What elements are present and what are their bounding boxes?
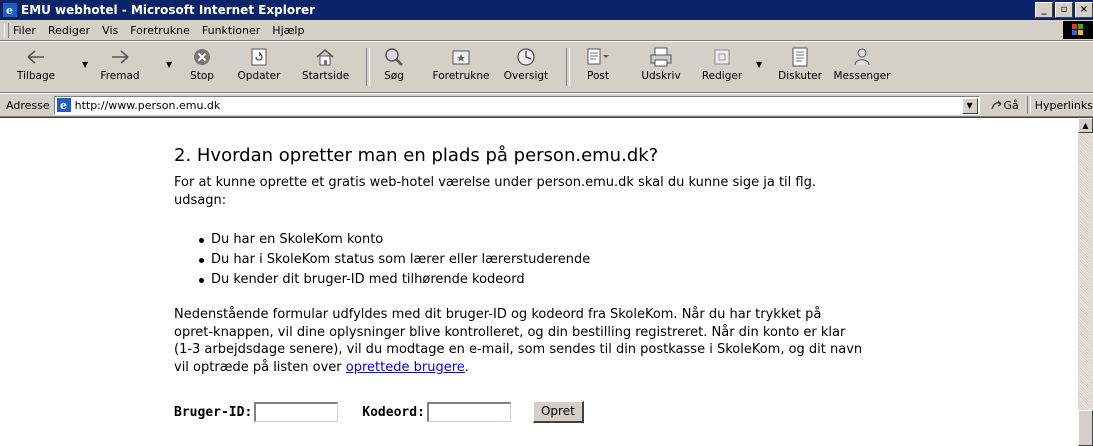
address-bar: Adresse e http://www.person.emu.dk ▼ Gå … [0, 93, 1093, 117]
toolbar: Tilbage ▼ Fremad ▼ Stop Opdater Startsid… [0, 41, 1093, 93]
windows-logo-icon [1063, 21, 1093, 39]
back-label: Tilbage [16, 70, 56, 82]
go-label: Gå [1003, 98, 1019, 112]
messenger-label: Messenger [833, 70, 891, 82]
menu-view[interactable]: Vis [102, 24, 118, 37]
list-item: Du kender dit bruger-ID med tilhørende k… [198, 270, 590, 290]
edit-button[interactable]: Rediger [700, 46, 744, 86]
vertical-scrollbar[interactable]: ▲ [1078, 117, 1093, 446]
search-icon [385, 48, 403, 66]
mail-icon [587, 48, 609, 65]
edit-page-icon [714, 49, 730, 65]
menu-help[interactable]: Hjælp [272, 24, 304, 37]
stop-label: Stop [190, 70, 214, 82]
window-title: EMU webhotel - Microsoft Internet Explor… [21, 3, 316, 17]
discuss-label: Diskuter [778, 70, 822, 82]
menu-file[interactable]: Filer [13, 24, 36, 37]
close-button[interactable]: × [1075, 2, 1093, 18]
requirements-list: Du har en SkoleKom konto Du har i SkoleK… [189, 230, 590, 290]
stop-button[interactable]: Stop [184, 46, 220, 86]
go-button[interactable]: Gå [990, 99, 1019, 112]
body-text: Nedenstående formular udfyldes med dit b… [174, 307, 863, 375]
address-input[interactable]: e http://www.person.emu.dk ▼ [53, 95, 980, 115]
forward-arrow-icon [112, 50, 129, 64]
address-label: Adresse [6, 98, 50, 112]
scroll-thumb[interactable] [1078, 410, 1093, 446]
links-button[interactable]: Hyperlinks [1035, 99, 1093, 112]
toolbar-separator [366, 48, 370, 86]
back-dropdown[interactable]: ▼ [82, 60, 88, 69]
refresh-button[interactable]: Opdater [236, 46, 282, 86]
svg-text:e: e [6, 4, 13, 17]
go-arrow-icon [990, 100, 1001, 110]
refresh-label: Opdater [237, 70, 281, 82]
stop-icon [194, 49, 210, 65]
title-bar: e EMU webhotel - Microsoft Internet Expl… [0, 0, 1093, 20]
edit-dropdown[interactable]: ▼ [756, 60, 762, 69]
list-item: Du har en SkoleKom konto [198, 230, 590, 250]
history-button[interactable]: Oversigt [500, 46, 552, 86]
menu-tools[interactable]: Funktioner [202, 24, 260, 37]
scroll-up-button[interactable]: ▲ [1078, 118, 1093, 133]
printer-icon [650, 47, 672, 67]
back-arrow-icon [27, 50, 44, 64]
edit-label: Rediger [701, 70, 743, 82]
forward-label: Fremad [100, 70, 140, 82]
messenger-icon [854, 48, 870, 66]
links-separator [1026, 96, 1031, 114]
print-label: Udskriv [641, 70, 681, 82]
discuss-button[interactable]: Diskuter [776, 46, 824, 86]
user-id-label: Bruger-ID: [174, 404, 253, 420]
minimize-button[interactable]: _ [1035, 2, 1053, 18]
favorites-button[interactable]: Foretrukne [430, 46, 492, 86]
search-button[interactable]: Søg [378, 46, 410, 86]
user-id-input[interactable] [254, 402, 339, 422]
favorites-label: Foretrukne [432, 70, 490, 82]
print-button[interactable]: Udskriv [638, 46, 684, 86]
maximize-button[interactable]: ▫ [1055, 2, 1073, 18]
history-label: Oversigt [503, 70, 549, 82]
toolbar-separator [566, 48, 570, 86]
login-form: Bruger-ID: Kodeord: Opret [174, 401, 584, 423]
menu-favorites[interactable]: Foretrukne [130, 24, 190, 37]
svg-text:e: e [60, 99, 67, 112]
password-input[interactable] [426, 402, 511, 422]
history-icon [517, 48, 535, 66]
menu-grip [4, 22, 9, 38]
password-label: Kodeord: [362, 404, 425, 420]
search-label: Søg [384, 70, 404, 82]
messenger-button[interactable]: Messenger [832, 46, 892, 86]
home-label: Startside [302, 70, 350, 82]
address-url: http://www.person.emu.dk [74, 98, 221, 112]
create-button[interactable]: Opret [532, 401, 584, 423]
list-item: Du har i SkoleKom status som lærer eller… [198, 250, 590, 270]
body-paragraph: Nedenstående formular udfyldes med dit b… [174, 306, 864, 376]
intro-paragraph: For at kunne oprette et gratis web-hotel… [174, 175, 816, 208]
home-icon [316, 49, 334, 66]
address-dropdown[interactable]: ▼ [961, 97, 978, 114]
page-icon: e [56, 98, 71, 112]
page-content: 2. Hvordan opretter man en plads på pers… [0, 117, 1078, 446]
menu-edit[interactable]: Rediger [48, 24, 90, 37]
back-button[interactable]: Tilbage [14, 46, 58, 86]
refresh-icon [251, 48, 267, 66]
favorites-icon [452, 50, 470, 65]
menu-bar: Filer Rediger Vis Foretrukne Funktioner … [0, 20, 1093, 41]
page-heading: 2. Hvordan opretter man en plads på pers… [174, 145, 659, 166]
home-button[interactable]: Startside [302, 46, 350, 86]
body-suffix: . [464, 359, 469, 375]
forward-dropdown[interactable]: ▼ [166, 60, 172, 69]
mail-button[interactable]: Post [578, 46, 618, 86]
forward-button[interactable]: Fremad [98, 46, 142, 86]
ie-logo-icon: e [3, 3, 17, 17]
registered-users-link[interactable]: oprettede brugere [346, 360, 465, 375]
mail-label: Post [587, 70, 609, 82]
discuss-icon [792, 47, 808, 67]
